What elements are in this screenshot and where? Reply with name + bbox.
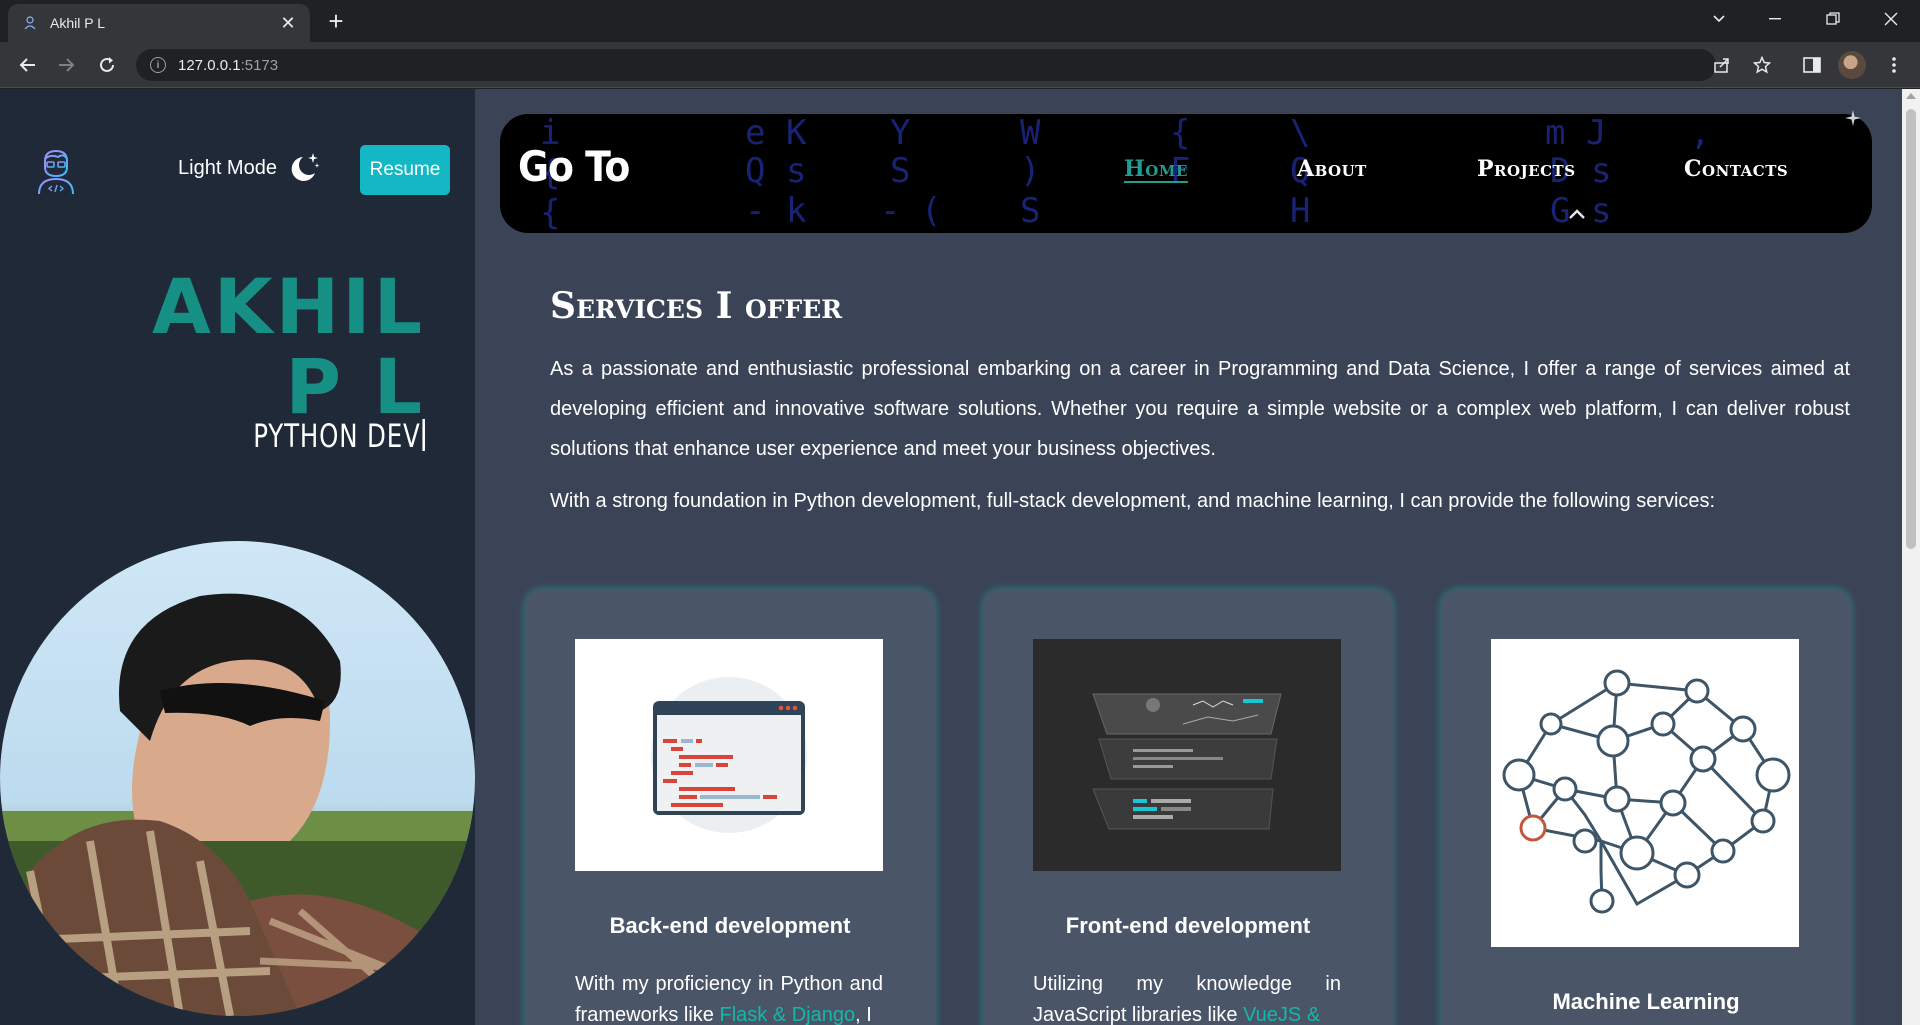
service-card-ml: Machine Learning — [1441, 589, 1851, 1025]
star-icon[interactable] — [1748, 51, 1776, 79]
sidebar: Light Mode Resume AKHIL P L PYTHON DEV — [0, 89, 475, 1025]
backend-code-window-illustration — [575, 639, 883, 871]
svg-text:W: W — [1020, 114, 1041, 153]
service-card-frontend: Front-end development Utilizing my knowl… — [983, 589, 1393, 1025]
name-line-first: AKHIL — [151, 262, 425, 351]
address-bar[interactable]: i 127.0.0.1:5173 — [136, 49, 1716, 81]
site-info-icon[interactable]: i — [150, 57, 166, 73]
svg-text:\: \ — [1290, 114, 1310, 153]
service-card-backend: Back-end development With my proficiency… — [525, 589, 935, 1025]
nav-link-projects[interactable]: Projects — [1477, 156, 1576, 182]
svg-text:m J: m J — [1545, 114, 1606, 153]
card-title: Back-end development — [609, 913, 851, 938]
reload-icon[interactable] — [92, 50, 122, 80]
minimize-icon[interactable] — [1752, 0, 1798, 38]
services-lead: With a strong foundation in Python devel… — [550, 490, 1716, 512]
url-host: 127.0.0.1 — [178, 56, 241, 74]
svg-text:{: { — [540, 193, 560, 233]
restore-icon[interactable] — [1810, 0, 1856, 38]
moon-stars-icon — [287, 151, 321, 185]
coder-avatar-icon[interactable] — [36, 149, 76, 195]
svg-text:): ) — [1020, 151, 1040, 191]
tab-title: Akhil P L — [50, 15, 105, 31]
svg-text:S: S — [1020, 191, 1040, 231]
tab-close-icon[interactable]: ✕ — [278, 13, 298, 34]
svg-text:H: H — [1290, 191, 1310, 231]
card-body-highlight: VueJS & — [1243, 1004, 1321, 1025]
svg-text:S: S — [890, 151, 910, 191]
services-heading: Services I offer — [550, 285, 843, 327]
services-intro: As a passionate and enthusiastic profess… — [550, 358, 1850, 460]
svg-text:,: , — [1690, 114, 1710, 153]
tab-search-icon[interactable] — [1696, 0, 1742, 38]
scroll-up-icon[interactable] — [1568, 207, 1586, 225]
svg-text:Y: Y — [890, 114, 910, 153]
card-body-text-end: , I — [855, 1004, 872, 1025]
card-body: Utilizing my knowledge in JavaScript lib… — [1033, 969, 1341, 1025]
role-text: PYTHON DEV — [253, 417, 421, 455]
svg-text:{: { — [1170, 114, 1190, 153]
card-body: With my proficiency in Python and framew… — [575, 969, 883, 1025]
back-arrow-icon[interactable] — [12, 50, 42, 80]
browser-tab-strip: Akhil P L ✕ + — [0, 0, 1920, 42]
nav-link-contacts[interactable]: Contacts — [1684, 156, 1788, 182]
theme-toggle[interactable]: Light Mode — [178, 151, 321, 185]
frontend-layers-illustration — [1033, 639, 1341, 871]
menu-dots-icon[interactable] — [1880, 51, 1908, 79]
svg-text:- (: - ( — [880, 191, 941, 231]
new-tab-button[interactable]: + — [322, 8, 350, 36]
svg-text:e K: e K — [745, 114, 807, 153]
nav-link-about[interactable]: About — [1297, 156, 1367, 182]
name-line-last: P L — [285, 342, 425, 431]
url-port: :5173 — [240, 56, 279, 74]
card-title: Machine Learning — [1552, 989, 1740, 1014]
typing-role: PYTHON DEV — [253, 417, 425, 455]
svg-text:- k: - k — [745, 191, 806, 231]
tab-favicon-icon — [22, 15, 38, 31]
portfolio-page: Light Mode Resume AKHIL P L PYTHON DEV i… — [0, 89, 1920, 1025]
scrollbar-up-arrow-icon[interactable] — [1906, 93, 1916, 99]
svg-text:Q s: Q s — [745, 151, 806, 191]
nav-title: Go To — [518, 142, 630, 191]
resume-button[interactable]: Resume — [360, 145, 450, 195]
page-scrollbar[interactable] — [1902, 89, 1920, 1025]
profile-avatar[interactable] — [1838, 51, 1866, 79]
ml-network-illustration — [1491, 639, 1799, 947]
scrollbar-thumb[interactable] — [1906, 109, 1916, 549]
forward-arrow-icon[interactable] — [52, 50, 82, 80]
profile-name: AKHIL P L — [152, 267, 425, 427]
card-body-highlight: Flask & Django — [719, 1004, 856, 1025]
goto-nav: i{{ e KQ s- k YS- ( W) S {F \ Q H m JD sG s… — [500, 114, 1872, 233]
sidepanel-icon[interactable] — [1798, 51, 1826, 79]
typing-caret — [422, 419, 425, 451]
browser-tab[interactable]: Akhil P L ✕ — [8, 4, 310, 42]
theme-toggle-label: Light Mode — [178, 156, 277, 179]
profile-photo — [0, 541, 475, 1016]
browser-toolbar: i 127.0.0.1:5173 — [0, 42, 1920, 88]
share-icon[interactable] — [1708, 51, 1736, 79]
close-window-icon[interactable] — [1868, 0, 1914, 38]
nav-link-home[interactable]: Home — [1124, 156, 1188, 182]
card-title: Front-end development — [1065, 913, 1311, 938]
